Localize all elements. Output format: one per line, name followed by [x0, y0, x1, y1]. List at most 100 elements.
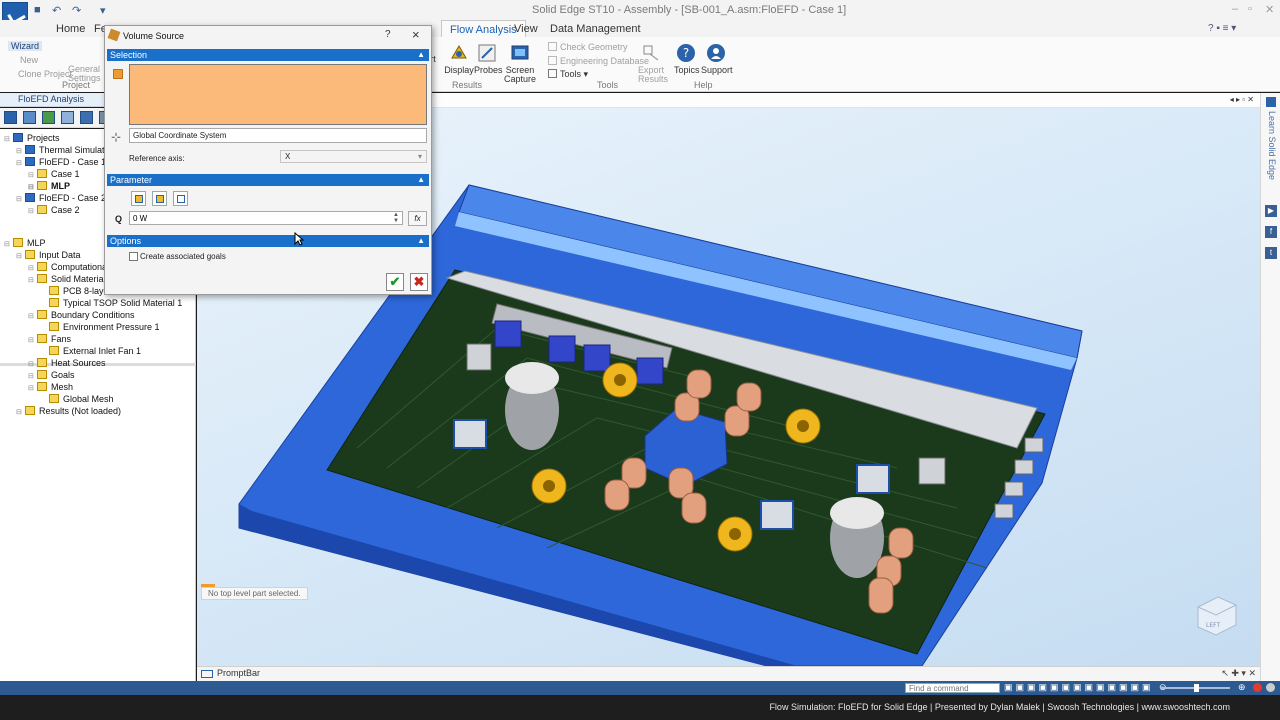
help-icons[interactable]: ? ▪ ≡ ▾	[1208, 23, 1236, 34]
ok-button[interactable]: ✔	[386, 273, 404, 291]
tree-item[interactable]: Typical TSOP Solid Material 1	[40, 297, 182, 309]
clone-project-button[interactable]: Clone Project	[18, 69, 72, 79]
expand-toggle-icon[interactable]: ⊟	[28, 206, 35, 218]
tree-item[interactable]: Global Mesh	[40, 393, 114, 405]
tree-item[interactable]: Environment Pressure 1	[40, 321, 160, 333]
parameter-section-header[interactable]: Parameter ▲	[107, 174, 429, 186]
tree-item-label: FloEFD - Case 2	[39, 193, 107, 203]
dependency-fx-button[interactable]: fx	[408, 211, 427, 226]
config-icon[interactable]	[42, 111, 55, 124]
tree-node-icon	[49, 298, 59, 307]
wizard-button[interactable]: Wizard	[8, 41, 43, 51]
tree-node-icon	[37, 262, 47, 271]
close-window-icon[interactable]: ✕	[1265, 3, 1274, 16]
expand-toggle-icon[interactable]: ⊟	[28, 383, 35, 395]
twitter-icon[interactable]: t	[1265, 247, 1277, 259]
tree-item[interactable]: ⊟ Heat Sources	[28, 357, 106, 369]
view-cube-icon[interactable]: LEFT	[1194, 593, 1240, 637]
tree-item[interactable]: ⊟ Computational	[28, 261, 109, 273]
coordinate-system-field[interactable]: Global Coordinate System	[129, 128, 427, 143]
expand-toggle-icon[interactable]: ⊟	[28, 311, 35, 323]
volume-source-icon	[107, 28, 121, 42]
dialog-help-button[interactable]: ?	[385, 29, 391, 40]
tree-item[interactable]: ⊟ Fans	[28, 333, 71, 345]
export-results-label: Export Results	[638, 65, 669, 84]
expand-toggle-icon[interactable]: ⊟	[16, 194, 23, 206]
dialog-close-button[interactable]: ×	[412, 27, 420, 42]
tree-item[interactable]: ⊟ Goals	[28, 369, 75, 381]
check-geometry-button[interactable]: Check Geometry	[548, 42, 628, 52]
display-button[interactable]: Display	[444, 42, 474, 75]
viewport-controls[interactable]: ◂ ▸ ▫ ✕	[1230, 95, 1254, 104]
zoom-slider-handle[interactable]	[1194, 684, 1199, 692]
learn-icon[interactable]	[1266, 97, 1276, 107]
engineering-database-button[interactable]: Engineering Database	[548, 56, 649, 66]
expand-toggle-icon[interactable]: ⊟	[16, 158, 23, 170]
reference-axis-select[interactable]: X	[280, 150, 427, 163]
expand-toggle-icon[interactable]: ⊟	[28, 335, 35, 347]
tree-item[interactable]: ⊟ MLP	[28, 180, 70, 192]
options-section-header[interactable]: Options ▲	[107, 235, 429, 247]
selection-list[interactable]	[129, 64, 427, 125]
tree-item[interactable]: ⊟ FloEFD - Case 1	[16, 156, 106, 168]
tree-item[interactable]: ⊟ Input Data	[16, 249, 81, 261]
zoom-in-icon[interactable]: ⊕	[1238, 682, 1246, 693]
facebook-icon[interactable]: f	[1265, 226, 1277, 238]
undo-icon[interactable]: ↶	[52, 4, 61, 17]
tree-item[interactable]: PCB 8-laye	[40, 285, 109, 297]
tree-item[interactable]: ⊟ Boundary Conditions	[28, 309, 135, 321]
expand-toggle-icon[interactable]: ⊟	[16, 407, 23, 419]
youtube-icon[interactable]: ▶	[1265, 205, 1277, 217]
probes-button[interactable]: Probes	[474, 42, 503, 75]
expand-toggle-icon[interactable]: ⊟	[4, 134, 11, 146]
tree-item[interactable]: External Inlet Fan 1	[40, 345, 141, 357]
properties-icon[interactable]	[23, 111, 36, 124]
cancel-button[interactable]: ✖	[410, 273, 428, 291]
promptbar-label[interactable]: PromptBar	[217, 668, 260, 678]
tree-item[interactable]: ⊟ Projects	[4, 132, 60, 144]
expand-toggle-icon[interactable]: ⊟	[28, 275, 35, 287]
selection-section-header[interactable]: Selection ▲	[107, 49, 429, 61]
redo-icon[interactable]: ↷	[72, 4, 81, 17]
tools-dropdown[interactable]: Tools ▾	[548, 69, 588, 80]
layers-icon[interactable]	[61, 111, 74, 124]
learn-solid-edge-tab[interactable]: Learn Solid Edge	[1263, 111, 1277, 180]
expand-toggle-icon[interactable]: ⊟	[16, 251, 23, 263]
tree-item[interactable]: ⊟ MLP	[4, 237, 46, 249]
export-results-button[interactable]: Export Results	[638, 42, 668, 84]
support-button[interactable]: Support	[701, 42, 733, 75]
view-tools-icons[interactable]: ▣▣▣▣▣▣▣▣▣▣▣▣▣ ⊖	[1004, 682, 1170, 693]
promptbar-controls[interactable]: ↖ ✚ ▾ ✕	[1221, 668, 1256, 679]
analysis-tree-icon[interactable]	[4, 111, 17, 124]
tab-view[interactable]: View	[514, 23, 538, 35]
heat-rate-input[interactable]	[129, 211, 403, 225]
tree-item[interactable]: ⊟ Solid Materials	[28, 273, 110, 285]
screen-capture-button[interactable]: Screen Capture	[502, 42, 538, 84]
minimize-icon[interactable]: –	[1232, 3, 1238, 15]
tree-item[interactable]: ⊟ Case 2	[28, 204, 80, 216]
tab-data-management[interactable]: Data Management	[550, 23, 641, 35]
create-goals-checkbox[interactable]	[129, 252, 138, 261]
restore-icon[interactable]: ▫	[1248, 3, 1252, 15]
customize-qat-icon[interactable]: ▾	[100, 4, 106, 17]
new-button[interactable]: New	[20, 55, 38, 65]
heat-rate-spinner[interactable]: ▲ ▼	[393, 212, 402, 224]
topics-button[interactable]: ? Topics	[674, 42, 700, 75]
find-command-input[interactable]	[905, 683, 1000, 693]
display-manager-icon[interactable]	[80, 111, 93, 124]
save-icon[interactable]: ■	[34, 4, 41, 16]
heat-generation-density-button[interactable]	[152, 191, 167, 206]
temperature-button[interactable]	[173, 191, 188, 206]
tree-item[interactable]: ⊟ Case 1	[28, 168, 80, 180]
tree-item[interactable]: ⊟ Mesh	[28, 381, 73, 393]
selection-component-icon	[113, 69, 123, 79]
tree-item[interactable]: ⊟ FloEFD - Case 2	[16, 192, 106, 204]
tree-item[interactable]: ⊟ Thermal Simulation	[16, 144, 117, 156]
selection-status-message: No top level part selected.	[201, 587, 308, 600]
tab-flow-analysis[interactable]: Flow Analysis	[441, 20, 526, 37]
expand-toggle-icon[interactable]: ⊟	[4, 239, 11, 251]
tab-home[interactable]: Home	[56, 23, 85, 35]
heat-generation-rate-button[interactable]	[131, 191, 146, 206]
tree-item[interactable]: ⊟ Results (Not loaded)	[16, 405, 121, 417]
record-icon[interactable]	[1253, 683, 1262, 692]
